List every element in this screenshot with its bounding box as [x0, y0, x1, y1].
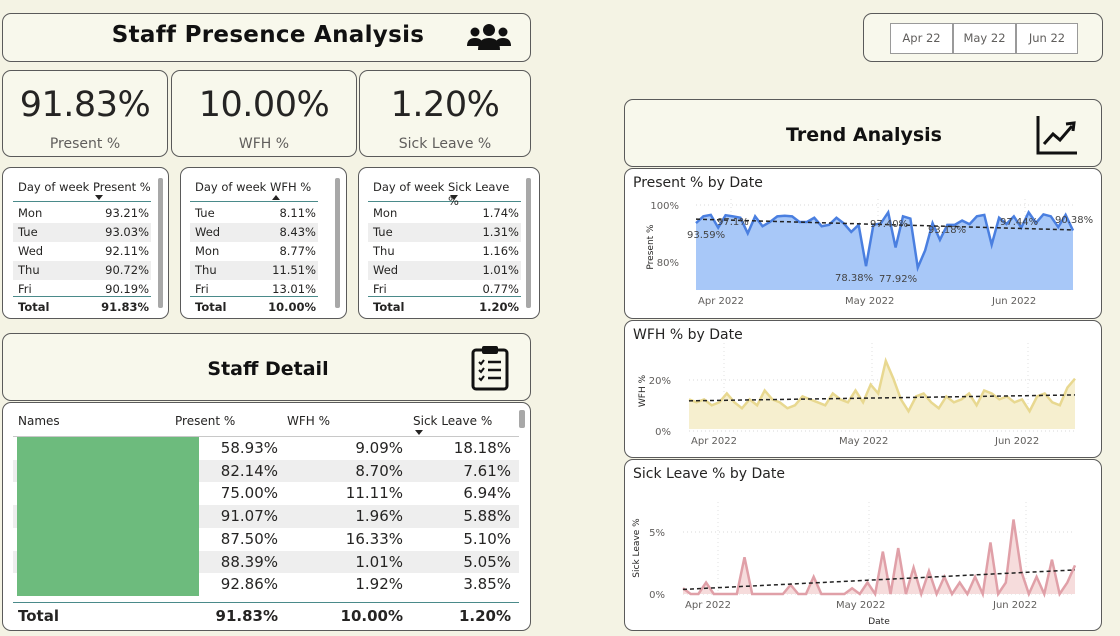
trend-analysis-title: Trend Analysis — [786, 124, 942, 146]
table-row: Wed 1.01% — [368, 261, 521, 280]
data-label: 90.38% — [1055, 215, 1093, 226]
sort-asc-icon — [272, 195, 280, 200]
table-total-row: Total 1.20% — [368, 296, 521, 316]
line-chart-icon — [1035, 114, 1079, 160]
present-by-day-table: Day of week Present % Mon 93.21% Tue 93.03… — [2, 167, 169, 319]
table-scrollbar[interactable] — [526, 178, 531, 308]
table-row: Wed 8.43% — [190, 223, 318, 242]
table-total-row: Total 91.83% — [13, 296, 151, 316]
clipboard-checklist-icon — [469, 345, 511, 395]
y-axis-label: Present % — [646, 224, 656, 270]
staff-detail-total-row: Total 91.83% 10.00% 1.20% — [13, 602, 519, 628]
wfh-chart-svg: 20% 0% Apr 2022 May 2022 Jun 2022 WFH % — [638, 343, 1076, 447]
x-tick-label: May 2022 — [839, 436, 888, 447]
y-tick-label: 5% — [649, 528, 665, 539]
y-axis-label: Sick Leave % — [632, 518, 642, 578]
column-header-day[interactable]: Day of week — [18, 180, 89, 194]
y-tick-label: 100% — [650, 201, 679, 212]
staff-detail-header-row: Names Present % WFH % Sick Leave % — [13, 409, 519, 437]
column-header-present[interactable]: Present % — [175, 414, 235, 428]
staff-detail-table: Names Present % WFH % Sick Leave % 58.93… — [2, 402, 531, 631]
table-row: Mon 8.77% — [195, 244, 316, 258]
sick-leave-by-date-chart: Sick Leave % by Date 5% 0% Apr 2022 May 202… — [624, 459, 1102, 631]
sort-desc-icon — [415, 430, 423, 435]
table-row: Wed 92.11% — [18, 244, 149, 258]
table-row: Mon 1.74% — [373, 206, 519, 220]
table-total-row: Total 10.00% — [190, 296, 318, 316]
x-tick-label: May 2022 — [836, 600, 885, 611]
table-row: Tue 93.03% — [13, 223, 151, 242]
people-group-icon — [465, 24, 513, 58]
column-header-present[interactable]: Present % — [93, 180, 151, 194]
column-header-day[interactable]: Day of week — [373, 180, 444, 194]
x-tick-label: Jun 2022 — [991, 296, 1036, 307]
x-tick-label: Apr 2022 — [698, 296, 744, 307]
column-header-names[interactable]: Names — [18, 414, 60, 428]
wfh-by-date-chart: WFH % by Date 20% 0% Apr 2022 May 2022 Jun 2… — [624, 320, 1102, 458]
x-tick-label: Jun 2022 — [994, 436, 1039, 447]
x-tick-label: Apr 2022 — [685, 600, 731, 611]
table-row: Tue 1.31% — [368, 223, 521, 242]
column-header-sick-leave[interactable]: Sick Leave % — [413, 414, 492, 428]
kpi-card-present: 91.83% Present % — [2, 70, 168, 157]
table-scrollbar[interactable] — [335, 178, 340, 308]
table-row: Tue 8.11% — [195, 206, 316, 220]
staff-detail-header: Staff Detail — [2, 333, 531, 401]
wfh-by-day-table: Day of week WFH % Tue 8.11% Wed 8.43% Mon 8… — [180, 167, 347, 319]
table-row: Thu 90.72% — [13, 261, 151, 280]
sick-chart-svg: 5% 0% Apr 2022 May 2022 Jun 2022 Sick Leave %… — [632, 502, 1077, 627]
series-area — [689, 360, 1075, 429]
table-row: Mon 93.21% — [18, 206, 149, 220]
y-tick-label: 20% — [649, 376, 671, 387]
sort-desc-icon — [95, 195, 103, 200]
kpi-card-wfh: 10.00% WFH % — [171, 70, 357, 157]
data-label: 97.44% — [1000, 217, 1038, 228]
staff-detail-title: Staff Detail — [207, 358, 329, 380]
names-redaction-block — [17, 437, 199, 596]
table-row: Thu 1.16% — [373, 244, 519, 258]
table-scrollbar[interactable] — [519, 410, 525, 428]
data-label: 78.38% — [835, 273, 873, 284]
x-axis-label: Date — [868, 617, 890, 627]
x-tick-label: Apr 2022 — [691, 436, 737, 447]
kpi-value: 1.20% — [390, 85, 500, 125]
kpi-card-sick-leave: 1.20% Sick Leave % — [359, 70, 531, 157]
present-by-date-chart: Present % by Date 100% 80% Apr 2022 May 202… — [624, 168, 1102, 319]
slicer-button-may[interactable]: May 22 — [953, 23, 1016, 54]
y-tick-label: 0% — [649, 590, 665, 601]
y-axis-label: WFH % — [638, 374, 648, 407]
column-header-wfh[interactable]: WFH % — [270, 180, 311, 194]
slicer-button-apr[interactable]: Apr 22 — [890, 23, 953, 54]
table-scrollbar[interactable] — [158, 178, 163, 308]
kpi-label: Present % — [49, 136, 121, 152]
data-label: 93.18% — [928, 225, 966, 236]
kpi-value: 10.00% — [198, 85, 330, 125]
y-tick-label: 80% — [657, 258, 679, 269]
kpi-label: Sick Leave % — [398, 136, 492, 152]
x-tick-label: Jun 2022 — [992, 600, 1037, 611]
y-tick-label: 0% — [655, 427, 671, 438]
data-label: 93.59% — [687, 230, 725, 241]
present-chart-svg: 100% 80% Apr 2022 May 2022 Jun 2022 Present %… — [646, 199, 1093, 307]
table-row: Thu 11.51% — [190, 261, 318, 280]
column-header-wfh[interactable]: WFH % — [287, 414, 330, 428]
x-tick-label: May 2022 — [845, 296, 894, 307]
slicer-button-jun[interactable]: Jun 22 — [1016, 23, 1078, 54]
sick-leave-by-day-table: Day of week Sick Leave % Mon 1.74% Tue 1.3… — [358, 167, 540, 319]
kpi-label: WFH % — [238, 136, 290, 152]
month-slicer: Apr 22 May 22 Jun 22 — [863, 13, 1103, 62]
page-title: Staff Presence Analysis — [111, 22, 425, 48]
column-header-day[interactable]: Day of week — [195, 180, 266, 194]
kpi-value: 91.83% — [19, 85, 151, 125]
trend-analysis-header: Trend Analysis — [624, 99, 1102, 167]
data-label: 77.92% — [879, 274, 917, 285]
sort-desc-icon — [450, 195, 458, 200]
data-label: 97.1% — [717, 217, 749, 228]
header-banner: Staff Presence Analysis — [2, 13, 531, 62]
data-label: 97.40% — [870, 219, 908, 230]
